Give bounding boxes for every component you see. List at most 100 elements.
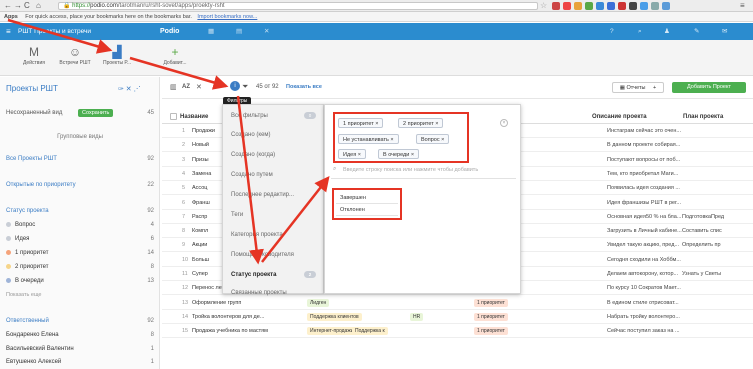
status-item[interactable]: 1 приоритет 14 [6, 247, 154, 259]
status-label: 1 приоритет [15, 250, 49, 256]
row-number: 14 [182, 313, 189, 320]
add-project-button[interactable]: Добавить Проект [672, 82, 746, 93]
star-icon[interactable]: ☆ [540, 2, 547, 10]
podio-topbar: ≡ РШТ Проекты и встречи Podio ▦ ▤ ✕ ? ⌕ … [0, 23, 753, 40]
filter-menu-label: Теги [231, 212, 244, 218]
search-icon[interactable]: ⌕ [638, 23, 642, 40]
tasks-icon[interactable]: ✎ [694, 23, 699, 40]
filter-menu-item[interactable]: Помощь руководителя [231, 247, 321, 263]
filter-menu-item[interactable]: Создано (кем) [231, 127, 321, 143]
row-tag: HR [410, 312, 424, 321]
ext-icon[interactable] [552, 2, 560, 10]
filter-menu-item[interactable]: Создано путем [231, 167, 321, 183]
settings-icon[interactable]: ✑ ✕ ⋰ [118, 85, 141, 93]
row-description: В данном проекте собирая... [607, 142, 681, 149]
filter-search-input[interactable]: Введите строку поиска или нажмите чтобы … [343, 167, 478, 173]
status-item[interactable]: Идея 6 [6, 233, 154, 245]
sort-button[interactable]: AZ [182, 84, 190, 90]
show-all-link[interactable]: Показать все [286, 84, 322, 90]
filter-menu-item[interactable]: Связанные проекты [231, 285, 321, 301]
save-count: 45 [147, 110, 154, 116]
tools-icon[interactable]: ✕ [196, 83, 202, 91]
status-item[interactable]: Вопрос 4 [6, 219, 154, 231]
ext-icon[interactable] [596, 2, 604, 10]
reports-button[interactable]: ▦ Отчеты + [612, 82, 664, 93]
row-number: 15 [182, 328, 189, 335]
grid-icon[interactable]: ▦ [208, 23, 214, 40]
save-button[interactable]: Сохранить [78, 109, 114, 117]
column-description-header[interactable]: Описание проекта [592, 110, 647, 124]
app-tile-label: Действия [23, 60, 45, 66]
column-name-header[interactable]: Название [180, 110, 208, 124]
view-label: Открытые по приоритету [6, 182, 76, 188]
help-icon[interactable]: ? [610, 23, 614, 40]
info-icon[interactable]: i [230, 81, 240, 91]
table-row[interactable]: 15 Продажа учебника по мастям Интернет-про… [162, 324, 753, 339]
row-number: 9 [182, 242, 186, 249]
forward-icon[interactable]: → [14, 2, 22, 10]
table-row[interactable]: 14 Тройка волонтеров для де... Поддержка к… [162, 310, 753, 324]
ext-icon[interactable] [662, 2, 670, 10]
responsible-item[interactable]: Евтушенко Алексей 1 [6, 356, 154, 368]
workspace-name[interactable]: РШТ Проекты и встречи [18, 23, 91, 40]
filter-icon[interactable]: ⏷ [242, 82, 248, 92]
import-bookmarks-link[interactable]: Import bookmarks now... [197, 14, 257, 20]
column-plan-header[interactable]: План проекта [683, 110, 723, 124]
back-icon[interactable]: ← [4, 2, 12, 10]
clear-filter-icon[interactable]: × [500, 119, 508, 127]
app-tile-projects[interactable]: ▟ Проекты Р... [100, 44, 134, 66]
filter-menu-item[interactable]: Все фильтры 0 [231, 108, 321, 124]
unsaved-view-label: Несохраненный вид [6, 110, 63, 116]
status-dot [6, 263, 11, 269]
tools-icon[interactable]: ✕ [264, 23, 269, 40]
ext-icon[interactable] [585, 2, 593, 10]
filter-menu-item[interactable]: Статус проекта 2 [231, 267, 321, 283]
responsible-item[interactable]: Бондаренко Елена 8 [6, 329, 154, 341]
address-bar[interactable]: 🔒 https://podio.com/tarotmanru/rsht-sove… [58, 2, 538, 10]
menu-icon[interactable]: ≡ [6, 23, 11, 40]
filter-menu-item[interactable]: Категория проекта [231, 227, 321, 243]
responsible-item[interactable]: Васильевский Валентин 1 [6, 343, 154, 355]
status-section[interactable]: Статус проекта 92 [6, 205, 154, 217]
podio-logo[interactable]: Podio [160, 23, 179, 40]
home-icon[interactable]: ⌂ [36, 2, 41, 10]
show-more-link[interactable]: Показать еще [6, 289, 154, 301]
filter-menu-item[interactable]: Последнее редактир... [231, 187, 321, 203]
app-tile-meetings[interactable]: ☺ Встречи РШТ [58, 44, 92, 66]
ext-icon[interactable] [629, 2, 637, 10]
app-tile-label: Проекты Р... [102, 60, 131, 66]
apps-link[interactable]: Apps [4, 14, 18, 20]
filter-menu-item[interactable]: Теги [231, 207, 321, 223]
ext-icon[interactable] [651, 2, 659, 10]
ext-icon[interactable] [607, 2, 615, 10]
row-number: 4 [182, 170, 186, 177]
row-title[interactable]: Тройка волонтеров для де... [192, 310, 302, 324]
ext-icon[interactable] [618, 2, 626, 10]
ext-icon[interactable] [563, 2, 571, 10]
row-number: 10 [182, 256, 189, 263]
filter-menu-item[interactable]: Создано (когда) [231, 147, 321, 163]
extensions [552, 2, 670, 10]
menu-icon[interactable]: ≡ [740, 2, 745, 10]
user-icon[interactable]: ♟ [664, 23, 670, 40]
divider [331, 178, 516, 179]
app-tile-actions[interactable]: M Действия [17, 44, 51, 66]
status-item[interactable]: В очереди 13 [6, 275, 154, 287]
row-tag: Интернет-продажи [307, 327, 357, 336]
ext-icon[interactable] [574, 2, 582, 10]
table-view-icon[interactable]: ▥ [170, 83, 177, 91]
ext-icon[interactable] [640, 2, 648, 10]
status-item[interactable]: 2 приоритет 8 [6, 261, 154, 273]
chat-icon[interactable]: ✉ [722, 23, 727, 40]
row-title[interactable]: Продажа учебника по мастям [192, 324, 302, 338]
reload-icon[interactable]: C [24, 2, 30, 10]
filter-menu-label: Помощь руководителя [231, 252, 294, 258]
view-all-projects[interactable]: Все Проекты РШТ 92 [6, 153, 154, 165]
select-all-checkbox[interactable] [170, 113, 177, 120]
responsible-section[interactable]: Ответственный 92 [6, 315, 154, 327]
view-count: 92 [147, 156, 154, 162]
app-tile-add[interactable]: + Добавит... [158, 44, 192, 66]
search-icon: ⌕ [333, 166, 337, 172]
view-open-priority[interactable]: Открытые по приоритету 22 [6, 179, 154, 191]
calendar-icon[interactable]: ▤ [236, 23, 242, 40]
